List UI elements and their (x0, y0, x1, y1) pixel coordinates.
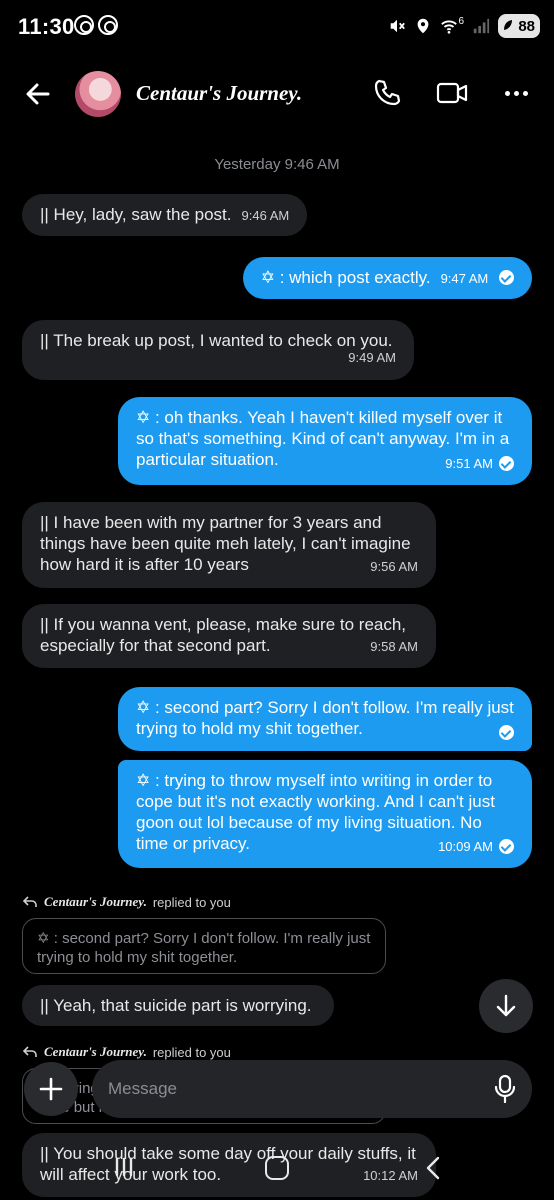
video-icon[interactable] (436, 78, 468, 108)
message-bubble[interactable]: ✡︎ : trying to throw myself into writing… (118, 760, 532, 868)
read-check-icon (499, 839, 514, 854)
message-composer (24, 1060, 532, 1118)
plus-icon (39, 1077, 63, 1101)
mute-icon (391, 19, 406, 33)
message-bubble[interactable]: ✡︎ : oh thanks. Yeah I haven't killed my… (118, 397, 532, 485)
threads-notification-icon (98, 15, 118, 35)
reply-label: replied to you (152, 894, 231, 910)
message-bubble[interactable]: || The break up post, I wanted to check … (22, 320, 414, 380)
read-check-icon (499, 725, 514, 740)
message-text: || You should take some day off your dai… (40, 1144, 416, 1184)
message-bubble[interactable]: || If you wanna vent, please, make sure … (22, 604, 436, 668)
threads-notification-icon (74, 15, 94, 35)
read-check-icon (499, 456, 514, 471)
leaf-icon (504, 20, 512, 30)
reply-indicator: Centaur's Journey. replied to you (22, 894, 231, 910)
message-input[interactable] (92, 1060, 532, 1118)
location-icon (418, 18, 429, 34)
add-button[interactable] (24, 1062, 78, 1116)
more-dots-icon[interactable] (500, 78, 532, 108)
message-bubble[interactable]: || Yeah, that suicide part is worrying. (22, 985, 334, 1026)
scroll-down-button[interactable] (479, 979, 533, 1033)
status-bar: 11:30 6 88 (0, 0, 554, 52)
date-separator: Yesterday 9:46 AM (214, 156, 340, 173)
message-time: 9:58 AM (370, 639, 418, 654)
message-text: ✡︎ : which post exactly. (260, 268, 431, 287)
home-icon[interactable] (265, 1156, 289, 1180)
chat-header: Centaur's Journey. (0, 58, 554, 130)
reply-arrow-icon (22, 1046, 37, 1057)
message-text: || I have been with my partner for 3 yea… (40, 513, 411, 574)
avatar[interactable] (75, 71, 121, 117)
reply-author: Centaur's Journey. (44, 894, 147, 909)
reply-arrow-icon (22, 896, 37, 907)
message-time: 10:09 AM (438, 839, 493, 854)
message-time: 10:12 AM (363, 1168, 418, 1183)
signal-icon (473, 18, 490, 34)
message-text: || If you wanna vent, please, make sure … (40, 615, 407, 655)
reply-author: Centaur's Journey. (44, 1044, 147, 1059)
chat-title[interactable]: Centaur's Journey. (136, 81, 302, 106)
quoted-message[interactable]: ✡︎ : second part? Sorry I don't follow. … (22, 918, 386, 974)
reply-label: replied to you (152, 1044, 231, 1060)
message-text: || Hey, lady, saw the post. (40, 205, 232, 224)
message-text: || The break up post, I wanted to check … (40, 331, 393, 350)
message-time: 9:49 AM (348, 350, 396, 365)
message-text: || Yeah, that suicide part is worrying. (40, 996, 312, 1015)
message-bubble[interactable]: ✡︎ : second part? Sorry I don't follow. … (118, 687, 532, 751)
message-bubble[interactable]: || You should take some day off your dai… (22, 1133, 436, 1197)
nav-back-icon[interactable] (424, 1156, 442, 1180)
status-time: 11:30 (18, 14, 75, 39)
message-time: 9:51 AM (445, 456, 493, 471)
notification-icons (74, 15, 118, 35)
battery-indicator: 88 (498, 14, 540, 38)
battery-level: 88 (518, 17, 535, 35)
network-type: 6 (458, 15, 464, 27)
phone-icon[interactable] (372, 78, 402, 108)
message-bubble[interactable]: ✡︎ : which post exactly. 9:47 AM (242, 257, 532, 299)
reply-indicator: Centaur's Journey. replied to you (22, 1044, 231, 1060)
read-check-icon (499, 270, 514, 285)
message-time: 9:47 AM (440, 271, 489, 286)
message-time: 9:56 AM (370, 559, 418, 574)
arrow-down-icon (496, 994, 516, 1017)
message-bubble[interactable]: || Hey, lady, saw the post. 9:46 AM (22, 194, 308, 236)
message-bubble[interactable]: || I have been with my partner for 3 yea… (22, 502, 436, 588)
microphone-icon[interactable] (494, 1075, 516, 1103)
recent-apps-icon[interactable] (113, 1156, 135, 1178)
wifi-icon (441, 20, 458, 34)
status-icons: 6 88 (388, 14, 540, 38)
message-time: 9:46 AM (241, 208, 290, 223)
back-arrow-icon[interactable] (22, 78, 54, 110)
message-text: ✡︎ : second part? Sorry I don't follow. … (136, 698, 514, 738)
